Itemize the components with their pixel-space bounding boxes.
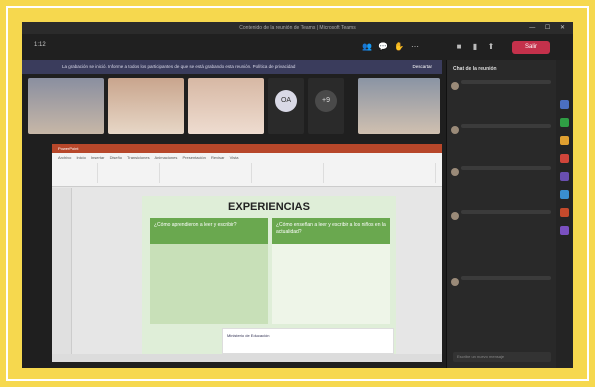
current-slide: EXPERIENCIAS ¿Cómo aprendieron a leer y … bbox=[142, 196, 396, 356]
avatar bbox=[451, 82, 459, 90]
chat-bubble bbox=[461, 124, 551, 128]
ppt-ribbon: Archivo Inicio Insertar Diseño Transicio… bbox=[52, 153, 442, 187]
more-icon[interactable]: ⋯ bbox=[410, 42, 420, 52]
table-cell bbox=[272, 244, 390, 324]
window-controls[interactable]: — ☐ ✕ bbox=[529, 22, 569, 34]
reaction-icon[interactable]: ✋ bbox=[394, 42, 404, 52]
chat-bubble bbox=[461, 276, 551, 280]
chat-bubble bbox=[461, 210, 551, 214]
ppt-statusbar bbox=[52, 354, 442, 362]
ppt-titlebar: PowerPoint bbox=[52, 144, 442, 153]
meeting-timer: 1:12 bbox=[34, 42, 46, 48]
avatar bbox=[451, 168, 459, 176]
camera-icon[interactable]: ■ bbox=[454, 42, 464, 52]
participant-gallery: OA +9 bbox=[22, 78, 442, 140]
recording-banner: La grabación se inició. Informe a todos … bbox=[22, 60, 442, 74]
table-header: ¿Cómo enseñan a leer y escribir a los ni… bbox=[272, 218, 390, 244]
chat-message bbox=[451, 166, 553, 196]
taskbar-rail bbox=[556, 60, 573, 368]
app-icon[interactable] bbox=[560, 136, 569, 145]
share-icon[interactable]: ⬆ bbox=[486, 42, 496, 52]
ribbon-group[interactable] bbox=[326, 163, 436, 183]
app-icon[interactable] bbox=[560, 118, 569, 127]
table-header: ¿Cómo aprendieron a leer y escribir? bbox=[150, 218, 268, 244]
participant-tile[interactable] bbox=[108, 78, 184, 134]
chat-message bbox=[451, 124, 553, 154]
participant-tile[interactable] bbox=[28, 78, 104, 134]
leave-button[interactable]: Salir bbox=[512, 41, 550, 54]
app-icon[interactable] bbox=[560, 190, 569, 199]
chat-message bbox=[451, 80, 553, 110]
chat-message bbox=[451, 276, 553, 302]
window-titlebar: Contenido de la reunión de Teams | Micro… bbox=[22, 22, 573, 34]
meeting-chat-panel: Chat de la reunión Escribe un nuevo mens… bbox=[446, 60, 556, 368]
participant-tile[interactable] bbox=[358, 78, 440, 134]
teams-window: Contenido de la reunión de Teams | Micro… bbox=[22, 22, 573, 368]
chat-input[interactable]: Escribe un nuevo mensaje bbox=[453, 352, 551, 362]
ribbon-tabs[interactable]: Archivo Inicio Insertar Diseño Transicio… bbox=[58, 155, 238, 160]
chat-message bbox=[451, 210, 553, 250]
chat-bubble bbox=[461, 166, 551, 170]
ministry-logo: Ministerio de Educación bbox=[222, 328, 394, 354]
avatar bbox=[451, 212, 459, 220]
chat-bubble bbox=[461, 80, 551, 84]
slide-thumbnails[interactable] bbox=[52, 188, 72, 362]
app-icon[interactable] bbox=[560, 154, 569, 163]
chat-icon[interactable]: 💬 bbox=[378, 42, 388, 52]
avatar bbox=[451, 126, 459, 134]
ribbon-group[interactable] bbox=[58, 163, 98, 183]
recording-banner-text: La grabación se inició. Informe a todos … bbox=[62, 64, 296, 69]
slide-title: EXPERIENCIAS bbox=[228, 201, 310, 213]
table-cell bbox=[150, 244, 268, 324]
app-icon[interactable] bbox=[560, 172, 569, 181]
shared-presentation: PowerPoint Archivo Inicio Insertar Diseñ… bbox=[52, 144, 442, 362]
participant-avatar: OA bbox=[275, 90, 297, 112]
app-icon[interactable] bbox=[560, 226, 569, 235]
dismiss-button[interactable]: Descartar bbox=[412, 60, 432, 74]
window-title: Contenido de la reunión de Teams | Micro… bbox=[239, 25, 356, 31]
ribbon-group[interactable] bbox=[162, 163, 252, 183]
ribbon-group[interactable] bbox=[254, 163, 324, 183]
app-icon[interactable] bbox=[560, 208, 569, 217]
avatar bbox=[451, 278, 459, 286]
chat-title: Chat de la reunión bbox=[453, 66, 497, 72]
participant-tile[interactable] bbox=[188, 78, 264, 134]
participant-tile[interactable]: OA bbox=[268, 78, 304, 134]
overflow-count: +9 bbox=[315, 90, 337, 112]
mic-icon[interactable]: ▮ bbox=[470, 42, 480, 52]
meeting-toolbar: 1:12 👥 💬 ✋ ⋯ ■ ▮ ⬆ Salir bbox=[22, 34, 573, 60]
app-icon[interactable] bbox=[560, 100, 569, 109]
overflow-participants[interactable]: +9 bbox=[308, 78, 344, 134]
ribbon-group[interactable] bbox=[100, 163, 160, 183]
people-icon[interactable]: 👥 bbox=[362, 42, 372, 52]
